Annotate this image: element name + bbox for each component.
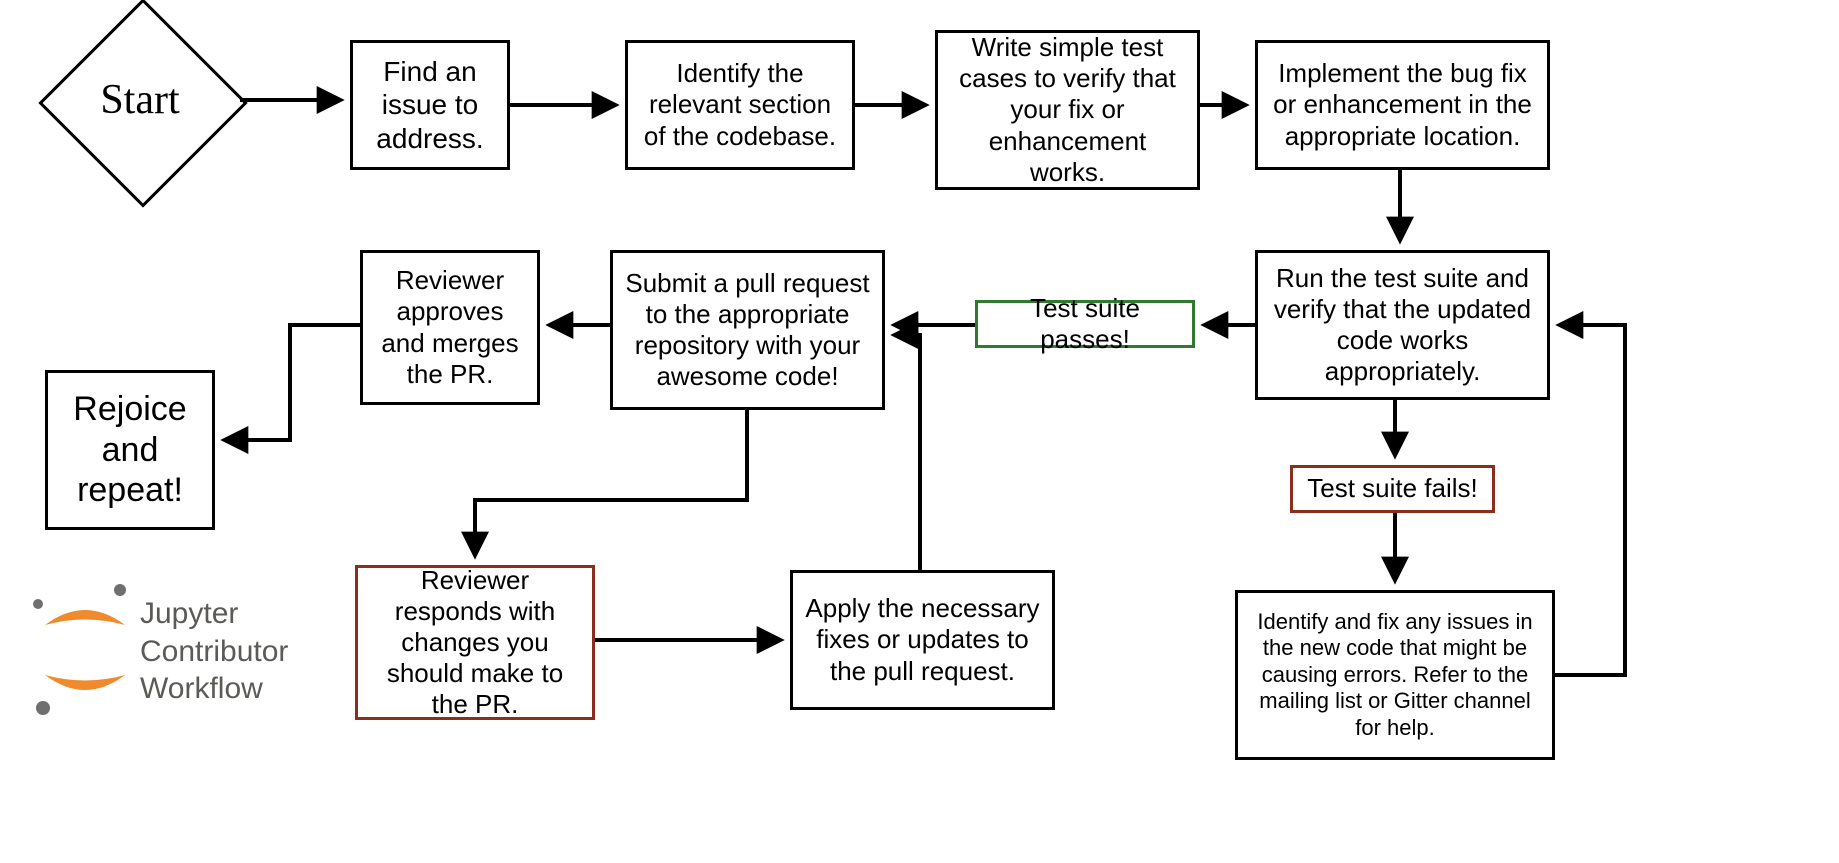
node-rejoice: Rejoice and repeat! [45,370,215,530]
node-rejoice-label: Rejoice and repeat! [58,389,202,511]
node-test-pass: Test suite passes! [975,300,1195,348]
logo-line3: Workflow [140,670,288,708]
node-start-label: Start [40,0,240,200]
node-reviewer-changes: Reviewer responds with changes you shoul… [355,565,595,720]
node-identify-section: Identify the relevant section of the cod… [625,40,855,170]
node-submit-pr-label: Submit a pull request to the appropriate… [623,268,872,393]
node-apply-fixes: Apply the necessary fixes or updates to … [790,570,1055,710]
node-fix-issues: Identify and fix any issues in the new c… [1235,590,1555,760]
node-reviewer-merge-label: Reviewer approves and merges the PR. [373,265,527,390]
node-start: Start [40,0,240,200]
node-find-issue: Find an issue to address. [350,40,510,170]
node-reviewer-merge: Reviewer approves and merges the PR. [360,250,540,405]
node-test-fail-label: Test suite fails! [1307,473,1478,504]
node-apply-fixes-label: Apply the necessary fixes or updates to … [803,593,1042,687]
node-run-tests-label: Run the test suite and verify that the u… [1268,263,1537,388]
flowchart-canvas: Start Find an issue to address. Identify… [0,0,1839,863]
node-fix-issues-label: Identify and fix any issues in the new c… [1248,609,1542,741]
jupyter-logo [25,580,135,720]
node-find-issue-label: Find an issue to address. [363,55,497,156]
node-implement: Implement the bug fix or enhancement in … [1255,40,1550,170]
node-write-tests: Write simple test cases to verify that y… [935,30,1200,190]
node-identify-section-label: Identify the relevant section of the cod… [638,58,842,152]
node-reviewer-changes-label: Reviewer responds with changes you shoul… [368,565,582,721]
node-test-pass-label: Test suite passes! [988,293,1182,355]
logo-text: Jupyter Contributor Workflow [140,595,288,708]
node-run-tests: Run the test suite and verify that the u… [1255,250,1550,400]
node-implement-label: Implement the bug fix or enhancement in … [1268,58,1537,152]
flowchart-edges [0,0,1839,863]
node-write-tests-label: Write simple test cases to verify that y… [948,32,1187,188]
node-test-fail: Test suite fails! [1290,465,1495,513]
node-submit-pr: Submit a pull request to the appropriate… [610,250,885,410]
logo-line1: Jupyter [140,595,288,633]
logo-line2: Contributor [140,633,288,671]
